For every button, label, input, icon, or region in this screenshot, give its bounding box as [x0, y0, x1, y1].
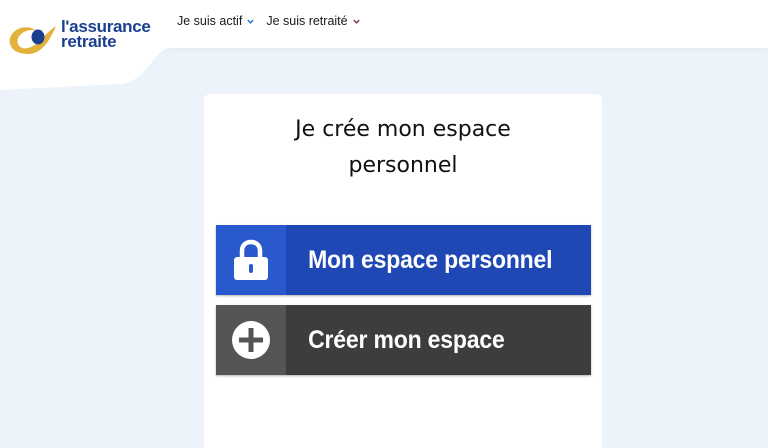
nav-item-label: Je suis actif: [177, 14, 243, 28]
nav-item-je-suis-retraite[interactable]: Je suis retraité: [266, 14, 360, 28]
page-title-line1: Je crée mon espace: [295, 117, 511, 142]
creer-mon-espace-button[interactable]: Créer mon espace: [216, 305, 591, 375]
account-creation-card: Je crée mon espace personnel Mon espace …: [204, 94, 602, 448]
nav-item-je-suis-actif[interactable]: Je suis actif: [177, 14, 255, 28]
assurance-retraite-logo-icon: [9, 26, 57, 54]
nav-item-label: Je suis retraité: [266, 14, 348, 28]
lock-icon: [234, 239, 268, 280]
button-label: Créer mon espace: [308, 325, 505, 354]
logo-wordmark: l'assurance retraite: [61, 18, 151, 51]
logo-text-line2: retraite: [61, 32, 117, 51]
chevron-down-icon: [247, 19, 255, 24]
button-label: Mon espace personnel: [308, 245, 553, 274]
plus-circle-icon: [232, 321, 270, 359]
main-nav: Je suis actif Je suis retraité: [177, 14, 361, 28]
mon-espace-personnel-button[interactable]: Mon espace personnel: [216, 225, 591, 295]
page-title: Je crée mon espace personnel: [204, 112, 602, 184]
chevron-down-icon: [352, 19, 360, 24]
lock-icon-box: [216, 225, 286, 295]
plus-icon-box: [216, 305, 286, 375]
page-title-line2: personnel: [348, 153, 458, 178]
top-navigation-bar: l'assurance retraite Je suis actif Je su…: [0, 0, 768, 90]
logo-link[interactable]: l'assurance retraite: [0, 0, 170, 90]
